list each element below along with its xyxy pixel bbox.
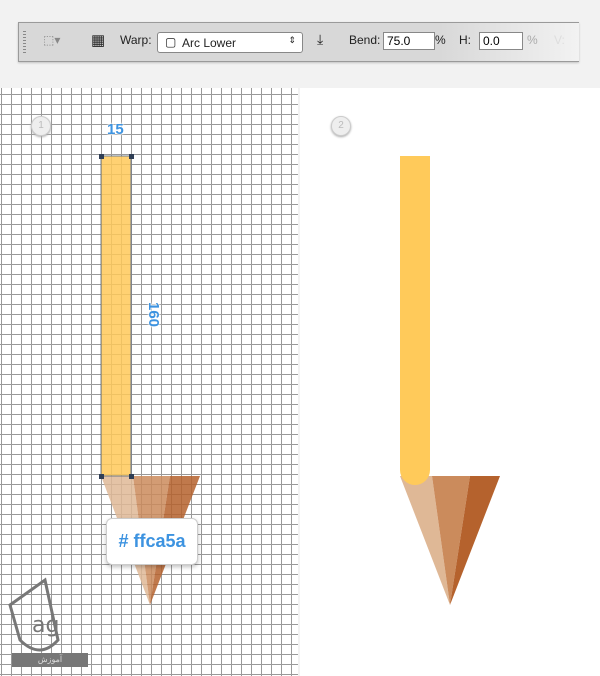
svg-text:ag: ag: [32, 613, 59, 638]
watermark-text: آموزش: [12, 653, 88, 667]
watermark-logo-icon: ag: [8, 577, 60, 652]
